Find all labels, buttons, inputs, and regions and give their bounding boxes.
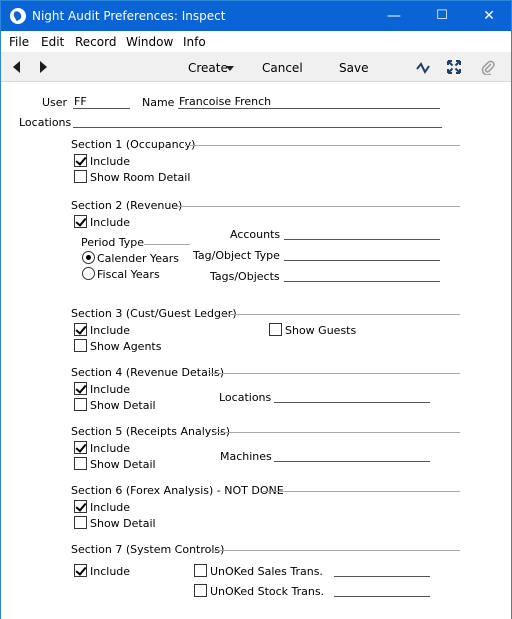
menu-bar: File Edit Record Window Info (1, 31, 511, 52)
section1-include-label: Include (90, 155, 131, 168)
section3-divider (221, 314, 460, 315)
unoked-sales-checkbox[interactable] (194, 564, 207, 577)
section4-locations-label: Locations (219, 391, 272, 404)
form-content: User FF Name Francoise French Locations … (1, 83, 511, 619)
close-button[interactable]: ✕ (479, 6, 499, 26)
locations-label: Locations (19, 116, 72, 129)
unoked-sales-field[interactable] (334, 563, 430, 577)
locations-field[interactable] (73, 114, 442, 128)
user-field[interactable]: FF (73, 95, 130, 109)
section6-show-detail-label: Show Detail (90, 517, 156, 530)
menu-window[interactable]: Window (126, 35, 173, 49)
menu-record[interactable]: Record (75, 35, 116, 49)
unoked-stock-label: UnOKed Stock Trans. (210, 585, 325, 598)
menu-file[interactable]: File (9, 35, 29, 49)
section5-include-checkbox[interactable] (74, 441, 87, 454)
section3-title: Section 3 (Cust/Guest Ledger) (71, 307, 237, 320)
unoked-sales-label: UnOKed Sales Trans. (210, 565, 323, 578)
section2-divider (174, 206, 460, 207)
section2-title: Section 2 (Revenue) (71, 199, 183, 212)
section1-title: Section 1 (Occupancy) (71, 138, 196, 151)
show-agents-label: Show Agents (90, 340, 162, 353)
title-bar: Night Audit Preferences: Inspect — ☐ ✕ (1, 1, 511, 31)
show-guests-checkbox[interactable] (269, 323, 282, 336)
app-logo-icon (10, 8, 26, 24)
period-type-divider (144, 244, 190, 245)
name-field[interactable]: Francoise French (178, 95, 440, 109)
fiscal-years-radio[interactable] (82, 267, 95, 280)
show-guests-label: Show Guests (285, 324, 357, 337)
section5-show-detail-label: Show Detail (90, 458, 156, 471)
tags-objects-label: Tags/Objects (210, 270, 280, 283)
section1-divider (185, 145, 460, 146)
section1-room-detail-checkbox[interactable] (74, 170, 87, 183)
section2-include-checkbox[interactable] (74, 215, 87, 228)
calendar-years-label: Calender Years (97, 252, 180, 265)
section6-title: Section 6 (Forex Analysis) - NOT DONE (71, 484, 284, 497)
section6-include-checkbox[interactable] (74, 500, 87, 513)
unoked-stock-field[interactable] (334, 583, 430, 597)
machines-field[interactable] (274, 448, 430, 462)
fiscal-years-label: Fiscal Years (97, 268, 160, 281)
menu-edit[interactable]: Edit (41, 35, 64, 49)
section4-show-detail-label: Show Detail (90, 399, 156, 412)
paperclip-icon[interactable] (481, 59, 495, 75)
accounts-field[interactable] (284, 226, 440, 240)
section7-include-checkbox[interactable] (74, 564, 87, 577)
window: Night Audit Preferences: Inspect — ☐ ✕ F… (0, 0, 512, 619)
cancel-button[interactable]: Cancel (262, 61, 303, 75)
section4-include-label: Include (90, 383, 131, 396)
next-record-icon[interactable] (40, 61, 47, 73)
name-label: Name (142, 96, 175, 109)
expand-icon[interactable] (447, 60, 461, 74)
section1-include-checkbox[interactable] (74, 154, 87, 167)
section5-show-detail-checkbox[interactable] (74, 457, 87, 470)
toolbar: Create Cancel Save (1, 52, 511, 82)
period-type-label: Period Type (81, 236, 145, 249)
minimize-button[interactable]: — (384, 6, 404, 26)
create-button[interactable]: Create (188, 61, 228, 75)
section7-include-label: Include (90, 565, 131, 578)
menu-info[interactable]: Info (183, 35, 206, 49)
accounts-label: Accounts (230, 228, 281, 241)
section7-title: Section 7 (System Controls) (71, 543, 225, 556)
calendar-years-radio[interactable] (82, 251, 95, 264)
section4-include-checkbox[interactable] (74, 382, 87, 395)
show-agents-checkbox[interactable] (74, 339, 87, 352)
section5-divider (214, 432, 460, 433)
section4-title: Section 4 (Revenue Details) (71, 366, 224, 379)
machines-label: Machines (220, 450, 272, 463)
section7-divider (211, 550, 460, 551)
user-label: User (42, 96, 68, 109)
section6-show-detail-checkbox[interactable] (74, 516, 87, 529)
save-button[interactable]: Save (339, 61, 368, 75)
maximize-button[interactable]: ☐ (432, 6, 452, 26)
section1-room-detail-label: Show Room Detail (90, 171, 191, 184)
tag-object-type-label: Tag/Object Type (193, 249, 280, 262)
chevron-down-icon[interactable] (226, 66, 234, 71)
section6-include-label: Include (90, 501, 131, 514)
activity-icon[interactable] (416, 61, 431, 74)
section4-divider (209, 373, 460, 374)
section5-title: Section 5 (Receipts Analysis) (71, 425, 231, 438)
section2-include-label: Include (90, 216, 131, 229)
tag-object-type-field[interactable] (284, 247, 440, 261)
section4-show-detail-checkbox[interactable] (74, 398, 87, 411)
window-title: Night Audit Preferences: Inspect (32, 9, 226, 23)
previous-record-icon[interactable] (13, 61, 20, 73)
section6-divider (263, 491, 460, 492)
section3-include-checkbox[interactable] (74, 323, 87, 336)
tags-objects-field[interactable] (284, 268, 440, 282)
unoked-stock-checkbox[interactable] (194, 584, 207, 597)
section4-locations-field[interactable] (274, 389, 430, 403)
section5-include-label: Include (90, 442, 131, 455)
section3-include-label: Include (90, 324, 131, 337)
